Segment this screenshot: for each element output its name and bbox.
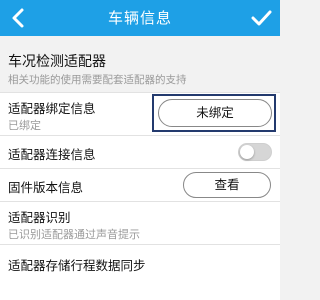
sync-row[interactable]: 适配器存储行程数据同步 — [0, 244, 280, 281]
identify-label: 适配器识别 — [8, 210, 71, 225]
unbound-button[interactable]: 未绑定 — [158, 99, 272, 127]
connection-info-label: 适配器连接信息 — [8, 147, 96, 162]
identify-subtitle: 已识别适配器通过声音提示 — [8, 228, 140, 241]
connection-toggle[interactable] — [238, 143, 272, 161]
page-title: 车辆信息 — [107, 9, 172, 27]
toggle-knob — [240, 145, 254, 159]
binding-status-text: 已绑定 — [8, 119, 41, 132]
top-bar: 车辆信息 — [0, 0, 280, 36]
section-header: 车况检测适配器 相关功能的使用需要配套适配器的支持 — [0, 36, 280, 86]
view-button[interactable]: 查看 — [183, 172, 271, 198]
binding-info-label: 适配器绑定信息 — [8, 101, 96, 116]
connection-info-row: 适配器连接信息 — [0, 135, 280, 168]
binding-info-row: 适配器绑定信息 已绑定 未绑定 — [0, 92, 280, 135]
section-heading: 车况检测适配器 — [8, 54, 106, 70]
identify-row[interactable]: 适配器识别 已识别适配器通过声音提示 — [0, 201, 280, 244]
firmware-info-row: 固件版本信息 查看 — [0, 168, 280, 201]
sync-label: 适配器存储行程数据同步 — [8, 258, 146, 273]
bottom-area — [0, 280, 280, 300]
section-subtitle: 相关功能的使用需要配套适配器的支持 — [8, 74, 187, 86]
firmware-info-label: 固件版本信息 — [8, 180, 84, 195]
checkmark-icon[interactable] — [250, 7, 272, 29]
